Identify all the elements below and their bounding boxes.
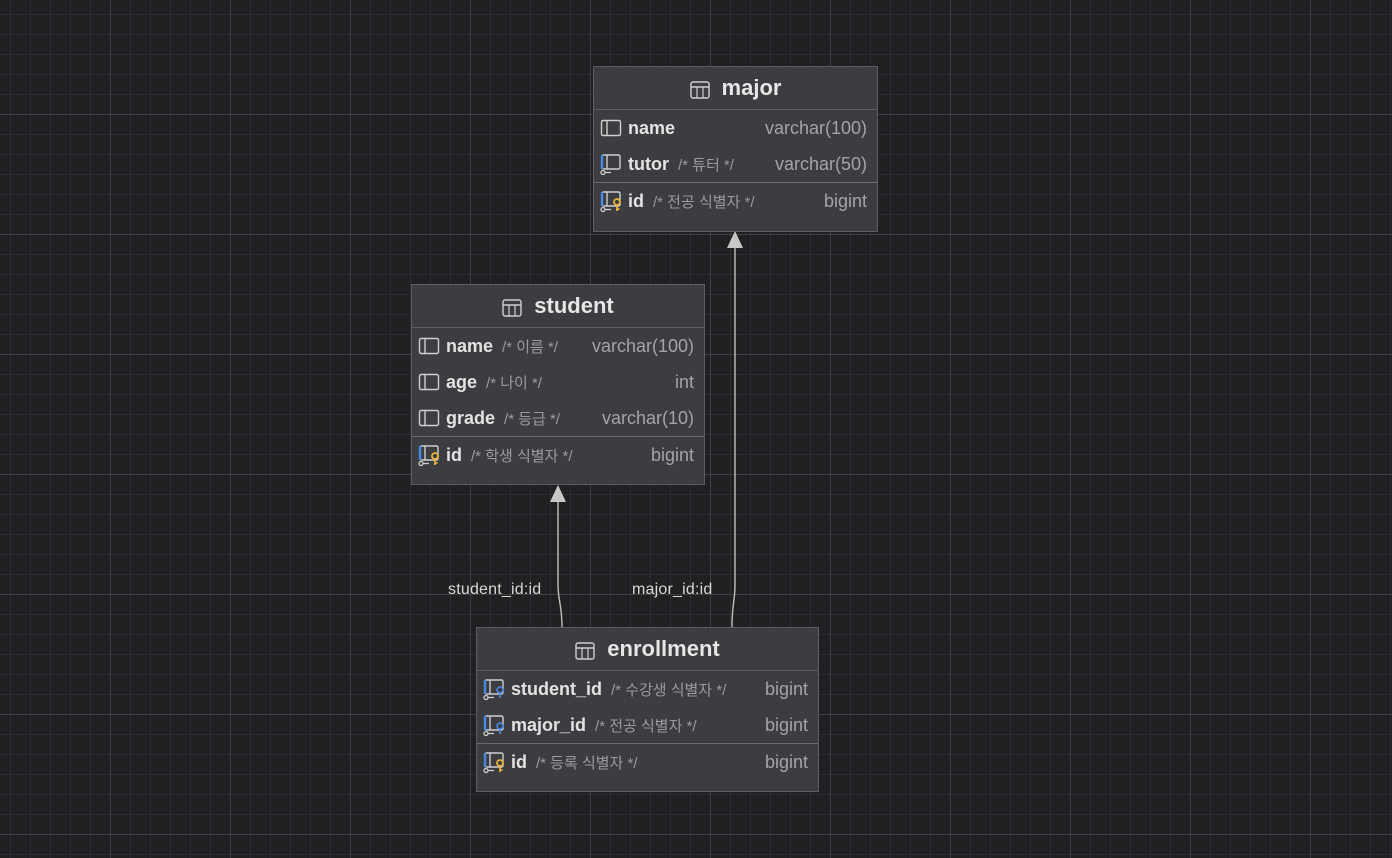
key-group: id /* 학생 식별자 */ bigint xyxy=(412,436,704,473)
column-row[interactable]: major_id /* 전공 식별자 */ bigint xyxy=(477,707,818,743)
column-comment: /* 수강생 식별자 */ xyxy=(611,681,727,699)
column-name: major_id xyxy=(511,714,587,735)
arrowhead-major xyxy=(727,231,743,248)
table-title: enrollment xyxy=(607,636,720,661)
column-name: tutor xyxy=(628,153,669,174)
foreign-key-column-icon xyxy=(482,677,506,701)
column-comment: /* 이름 */ xyxy=(502,338,558,356)
table-icon xyxy=(502,297,522,317)
edge-major-id[interactable] xyxy=(731,245,736,628)
table-title: student xyxy=(534,293,614,318)
table-student[interactable]: student name /* 이름 */ varchar(100) age /… xyxy=(411,284,705,485)
table-title: major xyxy=(721,75,782,100)
column-name: name xyxy=(628,117,676,138)
column-type: varchar(10) xyxy=(601,407,694,428)
column-name: id xyxy=(511,751,527,772)
column-row[interactable]: id /* 전공 식별자 */ bigint xyxy=(594,183,877,219)
column-type: varchar(100) xyxy=(764,117,867,138)
column-group: name varchar(100) tutor /* 튜터 */ varchar… xyxy=(594,110,877,182)
column-comment: /* 등록 식별자 */ xyxy=(536,754,638,772)
table-major[interactable]: major name varchar(100) tutor /* 튜터 */ v… xyxy=(593,66,878,232)
column-row[interactable]: age /* 나이 */ int xyxy=(412,364,704,400)
table-header[interactable]: student xyxy=(412,285,704,328)
relation-label-student: student_id:id xyxy=(448,581,542,598)
column-name: grade xyxy=(446,407,496,428)
column-icon xyxy=(599,116,623,140)
column-comment: /* 학생 식별자 */ xyxy=(471,447,573,465)
column-name: student_id xyxy=(511,678,603,699)
table-header[interactable]: major xyxy=(594,67,877,110)
table-header[interactable]: enrollment xyxy=(477,628,818,671)
column-row[interactable]: name varchar(100) xyxy=(594,110,877,146)
foreign-key-column-icon xyxy=(599,152,623,176)
column-comment: /* 등급 */ xyxy=(504,410,560,428)
column-type: bigint xyxy=(764,714,808,735)
table-icon xyxy=(575,640,595,660)
column-type: bigint xyxy=(650,444,694,465)
column-comment: /* 전공 식별자 */ xyxy=(653,193,755,211)
column-name: id xyxy=(628,190,644,211)
column-icon xyxy=(417,370,441,394)
column-icon xyxy=(417,406,441,430)
column-type: bigint xyxy=(823,190,867,211)
arrowhead-student xyxy=(550,485,566,502)
primary-key-column-icon xyxy=(599,189,623,213)
table-enrollment[interactable]: enrollment student_id /* 수강생 식별자 */ bigi… xyxy=(476,627,819,792)
column-group: student_id /* 수강생 식별자 */ bigint major_id… xyxy=(477,671,818,743)
foreign-key-column-icon xyxy=(482,713,506,737)
key-group: id /* 전공 식별자 */ bigint xyxy=(594,182,877,219)
column-comment: /* 전공 식별자 */ xyxy=(595,717,697,735)
column-name: name xyxy=(446,335,494,356)
edge-student-id[interactable] xyxy=(557,498,563,628)
column-group: name /* 이름 */ varchar(100) age /* 나이 */ … xyxy=(412,328,704,436)
column-icon xyxy=(417,334,441,358)
key-group: id /* 등록 식별자 */ bigint xyxy=(477,743,818,780)
column-name: id xyxy=(446,444,462,465)
column-row[interactable]: student_id /* 수강생 식별자 */ bigint xyxy=(477,671,818,707)
column-row[interactable]: name /* 이름 */ varchar(100) xyxy=(412,328,704,364)
column-row[interactable]: tutor /* 튜터 */ varchar(50) xyxy=(594,146,877,182)
column-type: varchar(50) xyxy=(774,153,867,174)
primary-key-column-icon xyxy=(417,443,441,467)
column-row[interactable]: id /* 학생 식별자 */ bigint xyxy=(412,437,704,473)
table-icon xyxy=(689,79,710,99)
column-row[interactable]: id /* 등록 식별자 */ bigint xyxy=(477,744,818,780)
column-type: varchar(100) xyxy=(591,335,694,356)
column-comment: /* 튜터 */ xyxy=(677,156,734,174)
column-comment: /* 나이 */ xyxy=(486,374,542,392)
column-name: age xyxy=(446,371,478,392)
column-type: bigint xyxy=(764,678,808,699)
relation-label-major: major_id:id xyxy=(632,581,713,598)
column-type: int xyxy=(674,371,694,392)
column-type: bigint xyxy=(764,751,808,772)
primary-key-column-icon xyxy=(482,750,506,774)
column-row[interactable]: grade /* 등급 */ varchar(10) xyxy=(412,400,704,436)
diagram-canvas[interactable]: student_id:id major_id:id major name var… xyxy=(0,0,1392,858)
